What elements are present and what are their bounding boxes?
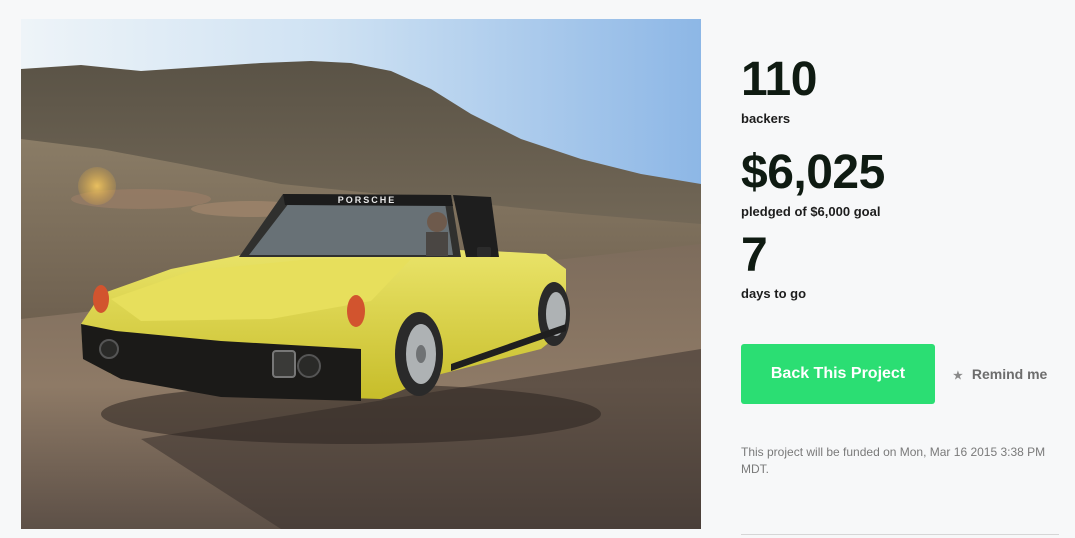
project-hero-image: PORSCHE (21, 19, 701, 529)
remind-me-link[interactable]: ★ Remind me (953, 366, 1047, 382)
backers-count: 110 (741, 53, 817, 106)
star-icon: ★ (953, 369, 963, 382)
pledged-goal-label: pledged of $6,000 goal (741, 204, 881, 219)
remind-me-label: Remind me (971, 366, 1048, 382)
days-remaining-label: days to go (741, 286, 807, 301)
backers-label: backers (741, 111, 791, 126)
project-page: PORSCHE 110 backers $6,025 pledged of $6… (0, 0, 1075, 538)
divider (741, 534, 1059, 535)
back-this-project-button[interactable]: Back This Project (741, 344, 935, 404)
windshield-banner: PORSCHE (338, 195, 397, 205)
funding-date-note: This project will be funded on Mon, Mar … (741, 445, 1046, 476)
pledged-amount: $6,025 (741, 146, 885, 199)
days-remaining-count: 7 (741, 229, 768, 282)
